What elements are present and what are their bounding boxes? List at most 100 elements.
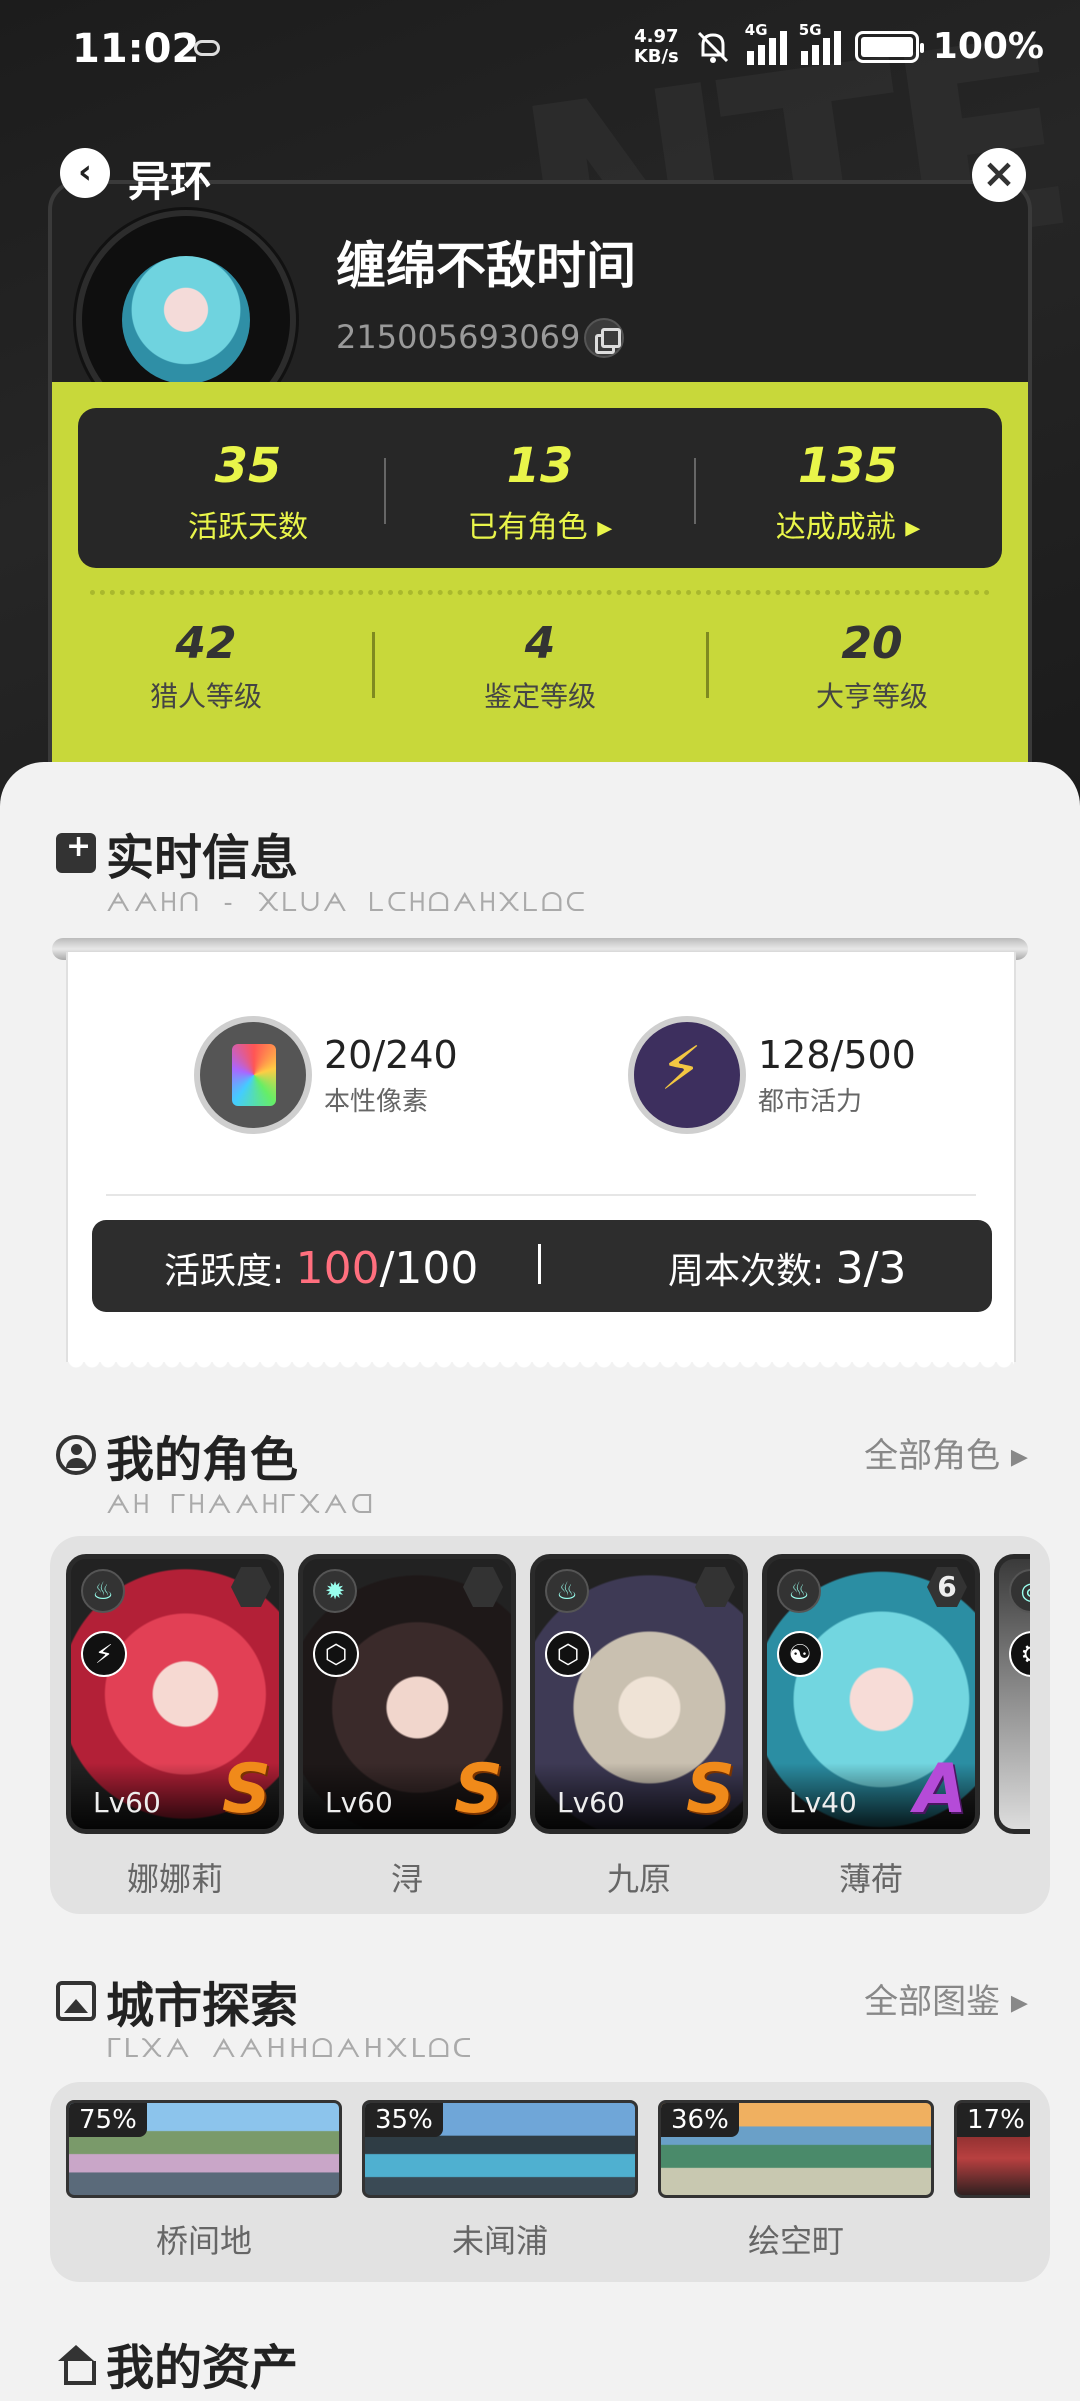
section-subtitle: ᗅᕼ ᒥᕼᗅᗅᕼᒥ᙭ᗅᗡ: [106, 1490, 376, 1520]
city-percent: 17%: [957, 2103, 1030, 2137]
character-name: 娜娜莉: [126, 1860, 223, 1894]
dotted-divider: [90, 590, 990, 595]
level-value: 42: [175, 618, 237, 669]
bell-muted-icon: [697, 31, 728, 63]
type-icon: ⬡: [313, 1631, 359, 1677]
level-hunter: 42 猎人等级: [56, 618, 356, 715]
section-title-text: 我的资产: [106, 2340, 299, 2396]
city-item-2[interactable]: 36% 绘空町: [658, 2100, 934, 2262]
status-bar: 11:02 4.97 KB/s 4G 5G 100%: [0, 0, 1080, 100]
stat-achievements[interactable]: 135 达成成就 ▸: [698, 438, 998, 546]
element-icon: ♨: [777, 1569, 821, 1613]
section-subtitle: ᗅᗅᕼᑎ - ᙭ᒪᑌᗅ ᒪᑕᕼᗝᗅᕼ᙭ᒪᗝᑕ: [106, 888, 589, 918]
city-name: 绘空町: [747, 2222, 844, 2260]
resource-value: 128/500: [758, 1032, 916, 1077]
speed-unit: KB/s: [633, 45, 679, 67]
characters-list[interactable]: ♨ ⚡ Lv60 S 娜娜莉 ✹ ⬡ Lv60 S 浔 ♨ ⬡ Lv60 S 九…: [66, 1554, 1030, 1894]
level-label: 大亨等级: [815, 680, 928, 713]
character-name: 九原: [606, 1860, 671, 1894]
element-icon: ♨: [545, 1569, 589, 1613]
city-percent: 36%: [661, 2103, 739, 2137]
city-item-0[interactable]: 75% 桥间地: [66, 2100, 342, 2262]
character-level: Lv60: [93, 1786, 161, 1819]
stat-value: 35: [214, 438, 282, 494]
resource-label: 都市活力: [758, 1086, 863, 1117]
stats-box: 35 活跃天数 13 已有角色 ▸ 135 达成成就 ▸: [78, 408, 1002, 568]
rank-badge: S: [454, 1750, 503, 1829]
character-card: ♨ ⬡ Lv60 S: [530, 1554, 748, 1834]
stat-label: 活跃天数: [188, 510, 308, 545]
level-value: 20: [841, 618, 903, 669]
battery-percent: 100%: [932, 26, 1044, 67]
avatar-image: [122, 256, 250, 384]
character-card-4[interactable]: ◎ ⚙: [994, 1554, 1030, 1834]
level-appraisal: 4 鉴定等级: [390, 618, 690, 715]
activity-label: 活跃度:: [164, 1251, 296, 1292]
section-title-text: 城市探索: [106, 1978, 299, 2034]
city-item-1[interactable]: 35% 未闻浦: [362, 2100, 638, 2262]
battery-icon: [854, 30, 924, 63]
character-name: 浔: [390, 1860, 423, 1894]
activity-current: 100: [295, 1243, 380, 1294]
divider: [372, 632, 375, 698]
stat-characters[interactable]: 13 已有角色 ▸: [390, 438, 690, 546]
section-assets: 我的资产: [56, 2328, 298, 2398]
character-level: Lv60: [325, 1786, 393, 1819]
rank-badge: S: [222, 1750, 271, 1829]
element-icon: ♨: [81, 1569, 125, 1613]
all-characters-link[interactable]: 全部角色 ▸: [864, 1428, 1028, 1477]
city-list[interactable]: 75% 桥间地 35% 未闻浦 36% 绘空町 17%: [66, 2100, 1030, 2270]
city-percent: 75%: [69, 2103, 147, 2137]
status-right: 4.97 KB/s 4G 5G 100%: [633, 21, 1044, 68]
level-label: 鉴定等级: [483, 680, 596, 713]
activity-total: /100: [379, 1243, 479, 1294]
user-icon: [56, 1435, 96, 1475]
title-bar: ‹ 异环 ×: [0, 140, 1080, 210]
character-card-1[interactable]: ✹ ⬡ Lv60 S 浔: [298, 1554, 516, 1894]
city-item-3[interactable]: 17%: [954, 2100, 1030, 2198]
city-name: 桥间地: [155, 2222, 252, 2260]
character-level: Lv40: [789, 1786, 857, 1819]
character-card: ✹ ⬡ Lv60 S: [298, 1554, 516, 1834]
stat-label: 已有角色 ▸: [467, 510, 613, 545]
network-speed: 4.97 KB/s: [633, 25, 679, 67]
city-image: 17%: [954, 2100, 1030, 2198]
stat-value: 13: [506, 438, 574, 494]
section-title-text: 我的角色: [106, 1432, 299, 1488]
character-card: ◎ ⚙: [994, 1554, 1030, 1834]
picture-icon: [56, 1981, 96, 2021]
copy-icon[interactable]: [584, 318, 624, 358]
stat-label: 达成成就 ▸: [775, 510, 921, 545]
status-time: 11:02: [72, 26, 200, 72]
weekly-label: 周本次数:: [668, 1251, 836, 1292]
card-icon: [194, 1016, 312, 1134]
rank-badge: A: [914, 1750, 967, 1829]
profile-uid: 215005693069: [336, 318, 581, 356]
resource-pixels: 20/240 本性像素: [194, 1016, 458, 1134]
page-title: 异环: [128, 157, 213, 206]
element-icon: ✹: [313, 1569, 357, 1613]
speed-value: 4.97: [634, 25, 679, 47]
profile-name: 缠绵不敌时间: [336, 237, 636, 295]
character-card-0[interactable]: ♨ ⚡ Lv60 S 娜娜莉: [66, 1554, 284, 1894]
level-label: 猎人等级: [149, 680, 262, 713]
resource-label: 本性像素: [324, 1086, 429, 1117]
character-name: 薄荷: [838, 1860, 903, 1894]
all-gallery-link[interactable]: 全部图鉴 ▸: [864, 1974, 1028, 2023]
level-tycoon: 20 大亨等级: [722, 618, 1022, 715]
rank-badge: S: [686, 1750, 735, 1829]
signal-5g-icon: 5G: [799, 21, 841, 65]
cloud-icon: [194, 40, 220, 56]
section-realtime: 实时信息: [56, 818, 298, 888]
character-card-3[interactable]: ♨ ☯ 6 Lv40 A 薄荷: [762, 1554, 980, 1894]
resource-vitality: 128/500 都市活力: [628, 1016, 916, 1134]
weekly-stat: 周本次数: 3/3: [668, 1242, 906, 1294]
divider: [106, 1194, 976, 1196]
character-card-2[interactable]: ♨ ⬡ Lv60 S 九原: [530, 1554, 748, 1894]
close-icon[interactable]: ×: [972, 148, 1026, 202]
net-type-1: 4G: [744, 20, 768, 39]
bolt-icon: [628, 1016, 746, 1134]
activity-bar: 活跃度: 100/100 周本次数: 3/3: [92, 1220, 992, 1312]
signal-4g-icon: 4G: [745, 21, 787, 65]
back-arrow-icon[interactable]: ‹: [60, 148, 110, 198]
